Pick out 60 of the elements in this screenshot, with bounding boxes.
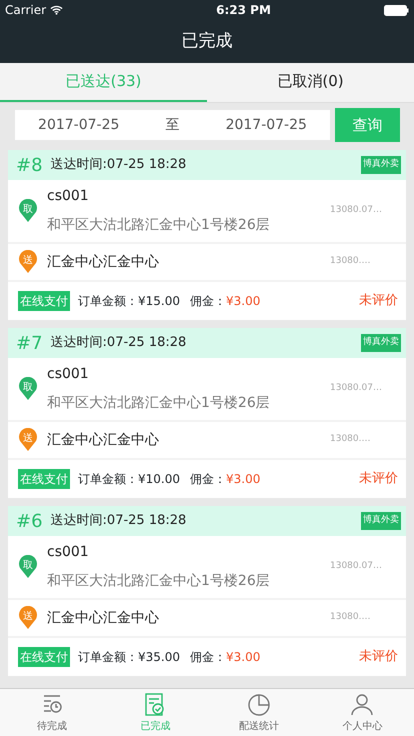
dropoff-marker: 送 [18,250,38,274]
date-range-field[interactable]: 2017-07-25 至 2017-07-25 [15,110,330,140]
order-number: #8 [16,154,43,178]
tab-bar-item[interactable]: 配送统计 [207,689,310,736]
commission-amount: ¥3.00 [226,471,260,488]
pickup-name: cs001 [47,543,90,562]
platform-tag: 博真外卖 [361,334,401,352]
phone-number: 13080.… [330,611,372,624]
phone-number: 13080.07… [330,560,383,574]
status-time: 6:23 PM [216,2,271,19]
pickup-marker: 取 [18,377,38,401]
delivery-time: 送达时间:07-25 18:28 [50,512,186,530]
dropoff-name: 汇金中心汇金中心 [47,252,160,272]
segment-tab[interactable]: 已取消(0) [207,63,414,102]
payment-tag: 在线支付 [18,291,70,311]
platform-tag: 博真外卖 [361,512,401,530]
order-number: #7 [16,332,43,356]
rating-status: 未评价 [359,470,398,488]
page-title: 已完成 [182,30,232,53]
commission-label: 佣金： [190,293,226,310]
delivery-time: 送达时间:07-25 18:28 [50,334,186,352]
pie-chart-icon [246,692,271,716]
order-amount: 订单金额：¥10.00 [78,471,180,488]
pickup-name: cs001 [47,365,90,384]
carrier-name: Carrier [5,2,46,19]
end-date: 2017-07-25 [226,116,307,134]
date-separator: 至 [165,116,180,134]
start-date: 2017-07-25 [38,116,120,134]
rating-status: 未评价 [359,648,398,666]
rating-status: 未评价 [359,292,398,310]
tab-bar-item[interactable]: 个人中心 [310,689,414,736]
commission-label: 佣金： [190,649,226,666]
dropoff-name: 汇金中心汇金中心 [47,608,160,628]
phone-number: 13080.… [330,433,372,446]
dropoff-marker: 送 [18,428,38,452]
order-number: #6 [16,510,43,534]
dropoff-name: 汇金中心汇金中心 [47,430,160,450]
wifi-icon [50,5,64,15]
pickup-address: 和平区大沽北路汇金中心1号楼26层 [47,394,271,413]
phone-number: 13080.07… [330,204,383,218]
commission-amount: ¥3.00 [226,649,260,666]
battery-icon [384,4,409,16]
dropoff-marker: 送 [18,606,38,630]
pickup-marker: 取 [18,555,38,579]
platform-tag: 博真外卖 [361,156,401,174]
pickup-name: cs001 [47,187,90,206]
commission-label: 佣金： [190,471,226,488]
phone-number: 13080.… [330,255,372,268]
commission-amount: ¥3.00 [226,293,260,310]
pickup-address: 和平区大沽北路汇金中心1号楼26层 [47,216,271,235]
order-amount: 订单金额：¥35.00 [78,649,180,666]
order-amount: 订单金额：¥15.00 [78,293,180,310]
phone-number: 13080.07… [330,382,383,396]
tab-bar-item[interactable]: 待完成 [0,689,104,736]
pickup-marker: 取 [18,199,38,223]
delivery-time: 送达时间:07-25 18:28 [50,156,186,174]
payment-tag: 在线支付 [18,469,70,489]
user-icon [350,692,374,716]
payment-tag: 在线支付 [18,647,70,667]
pickup-address: 和平区大沽北路汇金中心1号楼26层 [47,572,271,591]
